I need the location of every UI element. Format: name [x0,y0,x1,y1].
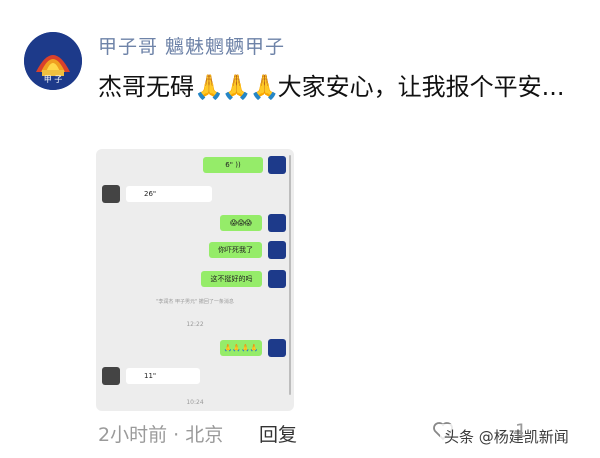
emoji-bubble-me: 🙏🙏🙏🙏 [220,340,262,356]
mini-avatar-me [268,241,286,259]
like-count: 1 [515,420,528,442]
emoji-bubble-me: 😱😱😱 [220,215,262,231]
mini-avatar-me [268,214,286,232]
mini-avatar-other [102,367,120,385]
mini-avatar-other [102,185,120,203]
voice-bubble-other: 11" [126,368,200,384]
avatar-caption: 甲 子 [43,75,63,84]
post-text-part1: 杰哥无碍 [98,73,194,101]
post-text: 杰哥无碍🙏🙏🙏大家安心，让我报个平安... [98,66,568,108]
user-avatar[interactable]: 甲 子 [24,32,82,90]
pray-emoji: 🙏🙏🙏 [194,73,280,101]
system-message: "李润杰 甲子男元" 撤回了一条消息 [156,299,234,305]
mini-avatar-me [268,339,286,357]
watermark: 头条 @杨建凯新闻 [440,424,573,449]
chat-screenshot-image[interactable]: 6" )) 26" 😱😱😱 你吓死我了 这不挺好的吗 "李润杰 甲子男元" 撤回… [96,149,294,411]
reply-button[interactable]: 回复 [259,420,297,447]
text-bubble-me: 你吓死我了 [209,242,262,258]
chat-timestamp: 12:22 [186,321,204,328]
mini-avatar-me [268,156,286,174]
voice-bubble-other: 26" [126,186,212,202]
post-time-location: 2小时前 · 北京 [98,424,224,446]
post-username[interactable]: 甲子哥 魑魅魍魉甲子 [98,32,285,59]
chat-scrollbar [289,155,291,395]
mini-avatar-me [268,270,286,288]
post-text-part2: 大家安心，让我报个平安... [277,73,565,101]
voice-icon: )) [235,161,241,169]
text-bubble-me: 这不挺好的吗 [201,271,262,287]
voice-bubble-me: 6" )) [203,157,263,173]
chat-timestamp: 10:24 [186,399,204,406]
